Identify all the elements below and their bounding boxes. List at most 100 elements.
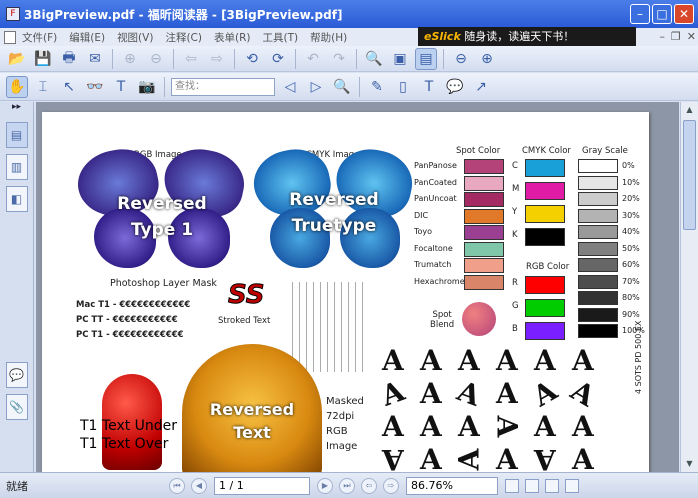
- note-icon[interactable]: ✎: [366, 76, 388, 98]
- back-icon[interactable]: ⇦: [180, 48, 202, 70]
- find-icon[interactable]: 🔍: [331, 76, 353, 98]
- spot-name-label: PanPanose: [414, 161, 457, 170]
- maximize-button[interactable]: □: [652, 4, 672, 24]
- history-forward-icon[interactable]: ⇨: [383, 477, 399, 494]
- gray-swatch: [578, 324, 618, 338]
- cmyk-letter: M: [512, 184, 520, 194]
- gray-percent-label: 10%: [622, 177, 640, 187]
- fit-width-icon[interactable]: ▤: [415, 47, 437, 70]
- search-input[interactable]: 查找：: [171, 77, 275, 96]
- find-prev-icon[interactable]: ◁: [279, 76, 301, 98]
- scroll-up-icon[interactable]: ▲: [681, 102, 698, 118]
- layers-panel-icon[interactable]: ◧: [5, 186, 28, 212]
- zoom-icon[interactable]: 🔍: [363, 48, 385, 70]
- fit-page-icon[interactable]: ▣: [389, 48, 411, 70]
- vertical-scrollbar[interactable]: ▲ ▼: [680, 102, 698, 472]
- menu-comment[interactable]: 注释(C): [159, 30, 208, 45]
- glyph-a: A: [527, 373, 563, 414]
- menu-help[interactable]: 帮助(H): [304, 30, 353, 45]
- page-number-input[interactable]: 1 / 1: [214, 476, 310, 495]
- doc-minimize-button[interactable]: –: [659, 30, 665, 43]
- glyph-a: A: [452, 448, 486, 471]
- banner-text: 随身读，读遍天下书！: [464, 30, 575, 43]
- document-viewport[interactable]: RGB Image Reversed Type 1 Photoshop Laye…: [36, 102, 679, 472]
- scroll-down-icon[interactable]: ▼: [681, 456, 698, 472]
- doc-restore-button[interactable]: ❐: [671, 30, 681, 43]
- snapshot-icon[interactable]: 📷: [136, 76, 158, 98]
- bookmarks-panel-icon[interactable]: ▥: [5, 154, 28, 180]
- highlight-icon[interactable]: ▯: [392, 76, 414, 98]
- attachments-panel-icon[interactable]: 📎: [5, 394, 28, 420]
- zoom-in-icon[interactable]: ⊕: [476, 48, 498, 70]
- history-back-icon[interactable]: ⇦: [361, 477, 377, 494]
- ad-banner[interactable]: eSlick 随身读，读遍天下书！: [418, 27, 636, 46]
- masked-line2: 72dpi: [326, 411, 355, 422]
- masked-line1: Masked: [326, 396, 364, 407]
- sidebar-toggle-icon[interactable]: ▸▸: [0, 102, 33, 116]
- continuous-facing-icon[interactable]: [565, 478, 579, 493]
- glyph-a: A: [490, 415, 524, 438]
- reversed-text-line2: Text: [233, 423, 271, 442]
- comment-icon[interactable]: 💬: [444, 76, 466, 98]
- prev-page-icon[interactable]: ◀: [191, 477, 207, 494]
- glyph-a: A: [496, 344, 518, 377]
- menu-tools[interactable]: 工具(T): [256, 30, 304, 45]
- open-icon[interactable]: 📂: [6, 48, 28, 70]
- spot-blend-line1: Spot: [432, 310, 452, 320]
- select-arrow-icon[interactable]: ↖: [58, 76, 80, 98]
- masked-line4: Image: [326, 441, 358, 452]
- zoom-input[interactable]: 86.76%: [406, 476, 498, 495]
- banner-brand: eSlick: [424, 30, 461, 43]
- glyph-a: A: [420, 410, 442, 443]
- menu-edit[interactable]: 编辑(E): [63, 30, 111, 45]
- scroll-thumb[interactable]: [683, 120, 696, 230]
- last-page-icon[interactable]: ⏭: [339, 477, 355, 494]
- forward-icon[interactable]: ⇨: [206, 48, 228, 70]
- minimize-button[interactable]: –: [630, 4, 650, 24]
- doc-close-button[interactable]: ✕: [687, 30, 696, 43]
- email-icon[interactable]: ✉: [84, 48, 106, 70]
- hand-tool-icon[interactable]: ✋: [6, 75, 28, 98]
- close-button[interactable]: ✕: [674, 4, 694, 24]
- single-page-icon[interactable]: [505, 478, 519, 493]
- spot-name-label: Hexachrome: [414, 276, 465, 286]
- cmyk-letter: Y: [512, 207, 518, 217]
- title-bar: F 3BigPreview.pdf - 福昕阅读器 - [3BigPreview…: [0, 0, 698, 28]
- find-next-icon[interactable]: ▷: [305, 76, 327, 98]
- typewriter-icon[interactable]: T: [418, 76, 440, 98]
- first-page-icon[interactable]: ⏮: [169, 477, 185, 494]
- rotate-left-icon[interactable]: ⟲: [241, 48, 263, 70]
- page-down-icon[interactable]: ⊖: [145, 48, 167, 70]
- glyph-a: A: [572, 410, 594, 443]
- text-tool-icon[interactable]: T: [110, 76, 132, 98]
- spot-swatch: [464, 241, 504, 257]
- continuous-icon[interactable]: [525, 478, 539, 493]
- menu-view[interactable]: 视图(V): [111, 30, 159, 45]
- glyph-a: A: [382, 443, 404, 472]
- gray-swatch: [578, 208, 618, 223]
- cmyk-swatch: [525, 228, 565, 246]
- document-icon[interactable]: [4, 30, 16, 44]
- menu-file[interactable]: 文件(F): [16, 30, 63, 45]
- comments-panel-icon[interactable]: 💬: [5, 362, 28, 388]
- next-page-icon[interactable]: ▶: [317, 477, 333, 494]
- save-icon[interactable]: 💾: [32, 48, 54, 70]
- gray-percent-label: 30%: [622, 210, 640, 220]
- pages-panel-icon[interactable]: ▤: [5, 122, 28, 148]
- print-icon[interactable]: 🖶: [58, 48, 80, 70]
- binoculars-icon[interactable]: 👓: [84, 76, 106, 98]
- zoom-out-icon[interactable]: ⊖: [450, 48, 472, 70]
- gray-percent-label: 90%: [622, 309, 640, 319]
- page-up-icon[interactable]: ⊕: [119, 48, 141, 70]
- gray-percent-label: 50%: [622, 243, 640, 253]
- rotate-right-icon[interactable]: ⟳: [267, 48, 289, 70]
- menu-form[interactable]: 表单(R): [208, 30, 257, 45]
- glyph-a: A: [377, 374, 409, 413]
- undo-icon[interactable]: ↶: [302, 48, 324, 70]
- arrow-tool-icon[interactable]: ↗: [470, 76, 492, 98]
- select-text-icon[interactable]: ⌶: [32, 76, 54, 98]
- facing-icon[interactable]: [545, 478, 559, 493]
- redo-icon[interactable]: ↷: [328, 48, 350, 70]
- rgb-color-header: RGB Color: [526, 262, 570, 272]
- spot-swatch: [464, 208, 504, 224]
